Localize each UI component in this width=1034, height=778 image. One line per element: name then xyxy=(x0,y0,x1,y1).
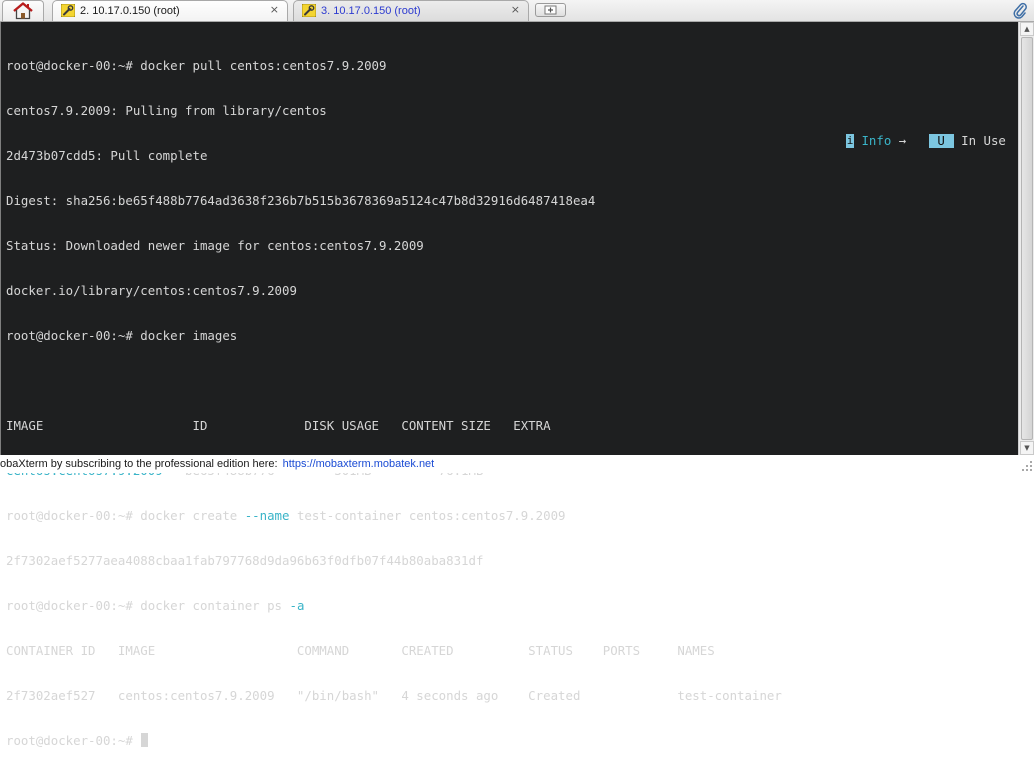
status-message: obaXterm by subscribing to the professio… xyxy=(0,455,434,473)
legend: i Info → U In Use xyxy=(846,133,1006,148)
legend-arrow: → xyxy=(898,133,907,148)
tab-label: 3. 10.17.0.150 (root) xyxy=(321,5,421,17)
terminal-line: Digest: sha256:be65f488b7764ad3638f236b7… xyxy=(6,193,596,208)
close-tab-icon[interactable]: × xyxy=(511,2,520,18)
terminal-line: root@docker-00:~# docker create --name t… xyxy=(6,508,782,523)
text-cursor xyxy=(141,733,149,747)
wrench-key-icon xyxy=(302,4,316,17)
tab-label: 2. 10.17.0.150 (root) xyxy=(80,5,180,17)
terminal-area[interactable]: root@docker-00:~# docker pull centos:cen… xyxy=(0,22,1018,748)
vertical-scrollbar[interactable]: ▲ ▼ xyxy=(1018,22,1034,455)
terminal-line: 2d473b07cdd5: Pull complete xyxy=(6,148,208,163)
status-bar: obaXterm by subscribing to the professio… xyxy=(0,455,1034,473)
terminal-line: centos7.9.2009: Pulling from library/cen… xyxy=(6,103,327,118)
legend-info: Info xyxy=(861,133,892,148)
wrench-key-icon xyxy=(61,4,75,17)
tab-session-3[interactable]: 3. 10.17.0.150 (root) × xyxy=(293,0,529,21)
terminal-line: docker.io/library/centos:centos7.9.2009 xyxy=(6,283,297,298)
status-text: obaXterm by subscribing to the professio… xyxy=(0,458,278,470)
terminal-line: root@docker-00:~# docker container ps -a xyxy=(6,598,782,613)
home-icon xyxy=(13,2,33,20)
terminal-line: IMAGE ID DISK USAGE CONTENT SIZE EXTRA xyxy=(6,418,551,433)
scroll-thumb[interactable] xyxy=(1021,37,1033,440)
legend-in-use: In Use xyxy=(961,133,1006,148)
in-use-chip: U xyxy=(928,134,954,148)
tab-session-2[interactable]: 2. 10.17.0.150 (root) × xyxy=(52,0,288,21)
scroll-down-icon[interactable]: ▼ xyxy=(1020,441,1034,455)
terminal-output: root@docker-00:~# docker pull centos:cen… xyxy=(6,28,782,778)
tab-bar: 2. 10.17.0.150 (root) × 3. 10.17.0.150 (… xyxy=(0,0,1034,22)
terminal-line: 2f7302aef5277aea4088cbaa1fab797768d9da96… xyxy=(6,553,484,568)
website-link[interactable]: https://mobaxterm.mobatek.net xyxy=(283,458,435,470)
prompt: root@docker-00:~# xyxy=(6,733,141,748)
prompt-line[interactable]: root@docker-00:~# xyxy=(6,733,782,748)
paperclip-icon[interactable] xyxy=(1013,2,1027,19)
terminal-line: root@docker-00:~# docker images xyxy=(6,328,238,343)
command-flag: -a xyxy=(289,598,305,613)
close-tab-icon[interactable]: × xyxy=(270,2,279,18)
ps-row: 2f7302aef527 centos:centos7.9.2009 "/bin… xyxy=(6,688,782,703)
terminal-line: root@docker-00:~# docker pull centos:cen… xyxy=(6,58,387,73)
new-tab-icon xyxy=(544,5,557,15)
info-chip: i xyxy=(846,134,854,148)
command-text: root@docker-00:~# docker create xyxy=(6,508,245,523)
resize-grip-icon[interactable] xyxy=(1020,459,1033,472)
new-tab-button[interactable] xyxy=(535,3,566,17)
ps-header: CONTAINER ID IMAGE COMMAND CREATED STATU… xyxy=(6,643,715,658)
command-flag: --name xyxy=(244,508,290,523)
scroll-up-icon[interactable]: ▲ xyxy=(1020,22,1034,36)
command-text: root@docker-00:~# docker container ps xyxy=(6,598,290,613)
command-text: test-container centos:centos7.9.2009 xyxy=(289,508,566,523)
terminal-line: Status: Downloaded newer image for cento… xyxy=(6,238,424,253)
home-tab[interactable] xyxy=(2,0,44,21)
